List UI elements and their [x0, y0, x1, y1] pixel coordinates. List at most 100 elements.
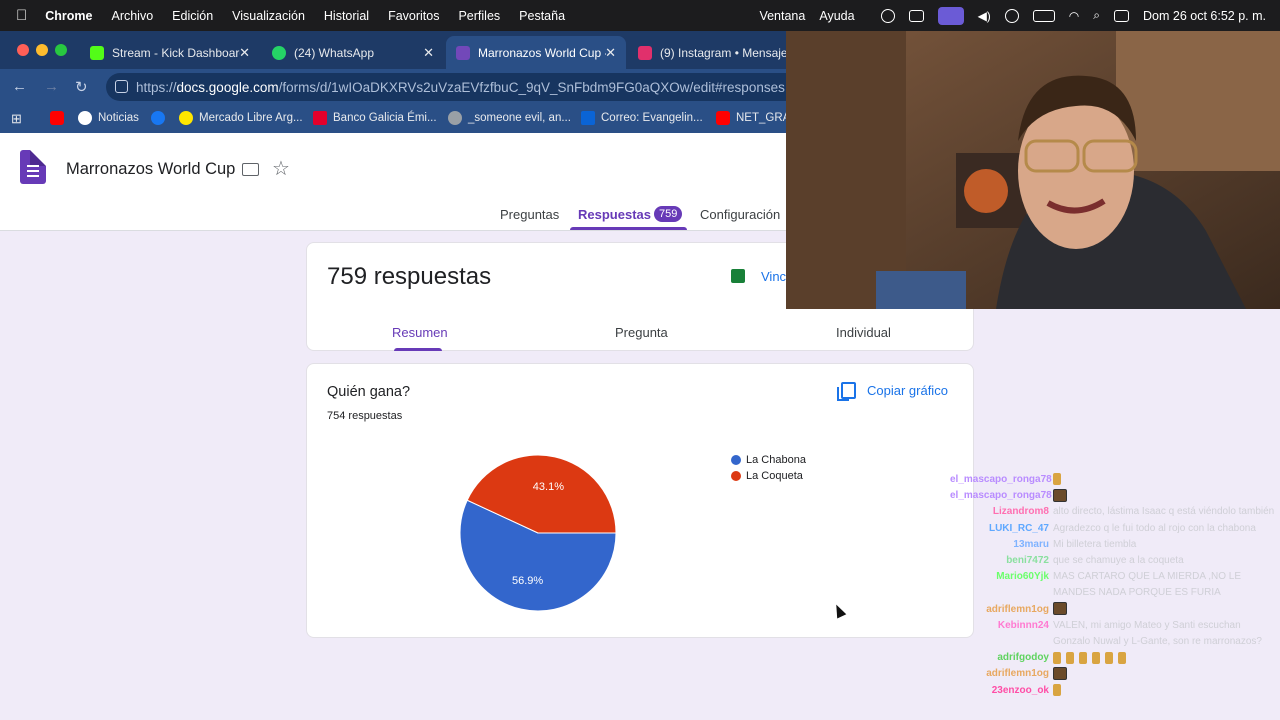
chat-message: beni7472 que se chamuye a la coqueta	[950, 553, 1276, 569]
legend-swatch	[731, 455, 741, 465]
bookmark-galicia[interactable]: Banco Galicia Émi...	[313, 111, 437, 125]
legend-label: La Chabona	[746, 454, 806, 466]
chat-text: Mi billetera tiembla	[1053, 538, 1137, 550]
tab-forms[interactable]: Marronazos World Cup - ✕	[446, 36, 626, 69]
menu-edicion[interactable]: Edición	[172, 9, 213, 23]
bookmark-facebook[interactable]	[151, 111, 171, 125]
emote-icon	[1053, 489, 1067, 503]
chat-username: adriflemn1og	[986, 603, 1049, 615]
menu-favoritos[interactable]: Favoritos	[388, 9, 439, 23]
app-menu[interactable]: Chrome	[45, 9, 92, 23]
stream-chat-overlay: el_mascapo_ronga78 el_mascapo_ronga78 Liza…	[950, 472, 1276, 699]
chat-message: 23enzoo_ok	[950, 683, 1276, 699]
tab-pregunta[interactable]: Pregunta	[615, 325, 668, 340]
question-title: Quién gana?	[327, 384, 411, 400]
tab-instagram[interactable]: (9) Instagram • Mensajes	[628, 36, 788, 69]
galicia-icon	[313, 111, 327, 125]
bookmark-noticias[interactable]: Noticias	[78, 111, 139, 125]
chat-text	[1053, 650, 1131, 666]
chart-legend: La Chabona La Coqueta	[731, 452, 806, 484]
legend-swatch	[731, 471, 741, 481]
folder-icon[interactable]	[242, 163, 259, 176]
wifi-icon[interactable]: ◠	[1069, 9, 1079, 23]
control-center-icon[interactable]	[1114, 9, 1130, 22]
tab-kick[interactable]: Stream - Kick Dashboard ✕	[80, 36, 260, 69]
bookmark-correo[interactable]: Correo: Evangelin...	[581, 111, 703, 125]
menu-visualizacion[interactable]: Visualización	[232, 9, 305, 23]
tab-individual[interactable]: Individual	[836, 325, 891, 340]
volume-icon[interactable]: ◀)	[978, 9, 991, 23]
bookmark-label: Correo: Evangelin...	[601, 112, 703, 124]
bookmark-net-gra[interactable]: NET_GRA	[716, 111, 790, 125]
address-bar[interactable]: https://docs.google.com/forms/d/1wIOaDKX…	[106, 73, 806, 101]
menu-archivo[interactable]: Archivo	[111, 9, 153, 23]
kick-icon	[90, 45, 104, 60]
bookmark-youtube[interactable]	[50, 111, 70, 125]
zoom-window-button[interactable]	[55, 44, 67, 56]
emote-icon	[1053, 667, 1067, 681]
chat-message: adriflemn1og	[950, 666, 1276, 682]
chat-username: LUKI_RC_47	[988, 522, 1049, 534]
menu-ventana[interactable]: Ventana	[759, 9, 805, 23]
form-title[interactable]: Marronazos World Cup	[66, 160, 235, 179]
search-icon[interactable]: ⌕	[1093, 8, 1100, 23]
back-icon[interactable]: ←	[12, 78, 27, 95]
screen-share-icon[interactable]	[937, 6, 964, 25]
close-window-button[interactable]	[17, 44, 29, 56]
url-host: docs.google.com	[176, 79, 279, 95]
close-tab-icon[interactable]: ✕	[605, 45, 616, 61]
chat-text	[1053, 683, 1066, 699]
tab-preguntas[interactable]: Preguntas	[500, 207, 559, 222]
battery-icon[interactable]	[1032, 9, 1055, 22]
macos-menubar:  Chrome Archivo Edición Visualización H…	[0, 0, 1280, 31]
star-icon[interactable]: ☆	[272, 156, 290, 181]
pie-slice-label: 43.1%	[533, 481, 564, 493]
pie-slice-label: 56.9%	[512, 575, 543, 587]
emote-icon	[1053, 684, 1061, 696]
creative-cloud-icon[interactable]	[880, 8, 895, 23]
bookmark-label: Noticias	[98, 112, 139, 124]
chat-username: el_mascapo_ronga78	[950, 490, 1052, 502]
menu-historial[interactable]: Historial	[324, 9, 369, 23]
site-info-icon[interactable]	[115, 80, 128, 93]
chat-message: adriflemn1og	[950, 602, 1276, 618]
close-tab-icon[interactable]: ✕	[239, 45, 250, 61]
reload-icon[interactable]: ↻	[75, 78, 88, 96]
chat-username: el_mascapo_ronga78	[950, 474, 1052, 485]
tab-respuestas[interactable]: Respuestas	[578, 207, 651, 222]
bookmark-mercadolibre[interactable]: Mercado Libre Arg...	[179, 111, 303, 125]
close-tab-icon[interactable]: ✕	[423, 45, 434, 61]
chat-message: Kebinnn24 VALEN, mi amigo Mateo y Santi e…	[950, 618, 1276, 650]
sheets-icon[interactable]	[731, 269, 745, 283]
menu-pestana[interactable]: Pestaña	[519, 9, 565, 23]
tab-title: Marronazos World Cup -	[478, 45, 606, 60]
forward-icon[interactable]: →	[44, 78, 59, 95]
tab-resumen[interactable]: Resumen	[392, 325, 448, 340]
legend-item[interactable]: La Coqueta	[731, 468, 806, 484]
chat-text	[1053, 472, 1066, 488]
chat-message: LUKI_RC_47 Agradezco q le fui todo al roj…	[950, 521, 1276, 537]
emote-icon	[1092, 651, 1100, 664]
clock[interactable]: Dom 26 oct 6:52 p. m.	[1143, 9, 1266, 23]
chat-text: alto directo, lástima Isaac q está viénd…	[1053, 506, 1275, 518]
obs-icon[interactable]	[908, 9, 924, 22]
menu-ayuda[interactable]: Ayuda	[819, 9, 854, 23]
play-icon[interactable]	[1004, 8, 1019, 23]
tab-whatsapp[interactable]: (24) WhatsApp ✕	[262, 36, 444, 69]
google-forms-logo-icon[interactable]	[20, 150, 46, 184]
link-to-sheets-button[interactable]: Vinc	[761, 269, 786, 284]
apple-menu-icon[interactable]: 	[16, 7, 27, 24]
copy-chart-button[interactable]: Copiar gráfico	[867, 383, 948, 398]
chat-username: adriflemn1og	[986, 668, 1049, 680]
menu-perfiles[interactable]: Perfiles	[458, 9, 500, 23]
minimize-window-button[interactable]	[36, 44, 48, 56]
legend-item[interactable]: La Chabona	[731, 452, 806, 468]
emote-icon	[1118, 651, 1126, 664]
copy-icon[interactable]	[837, 382, 856, 401]
bookmark-someone-evil[interactable]: _someone evil, an...	[448, 111, 571, 125]
tab-configuracion[interactable]: Configuración	[700, 207, 780, 222]
tab-title: (24) WhatsApp	[294, 45, 375, 60]
apps-grid-icon[interactable]: ⊞	[11, 111, 22, 127]
bookmark-label: _someone evil, an...	[468, 112, 571, 124]
chat-text: Agradezco q le fui todo al rojo con la c…	[1053, 522, 1256, 534]
